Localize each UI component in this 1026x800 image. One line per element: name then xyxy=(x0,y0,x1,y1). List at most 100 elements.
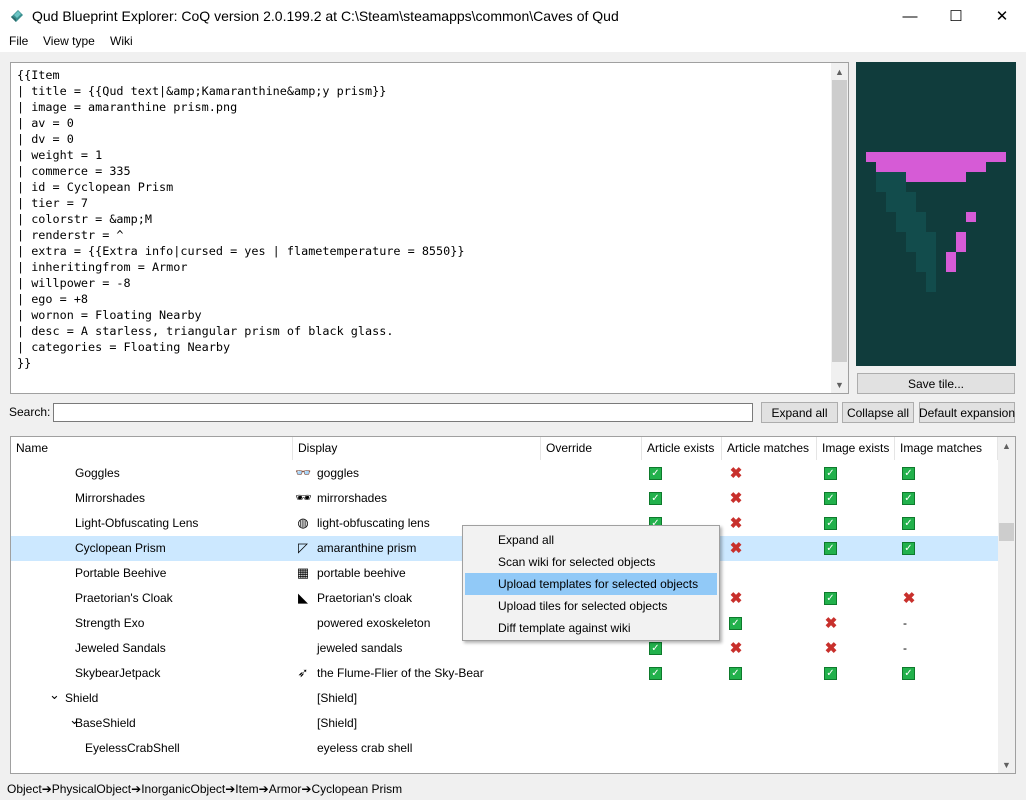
prism-icon: ◸ xyxy=(298,540,308,555)
prism-tile-image xyxy=(866,152,1006,292)
article-matches-cross-icon: ✖ xyxy=(729,540,743,557)
image-exists-check-icon: ✓ xyxy=(824,667,837,680)
row-display: mirrorshades xyxy=(317,491,388,505)
image-matches-check-icon: ✓ xyxy=(902,492,915,505)
title-bar[interactable]: Qud Blueprint Explorer: CoQ version 2.0.… xyxy=(0,0,1026,32)
ctx-upload-templates[interactable]: Upload templates for selected objects xyxy=(465,573,717,595)
article-matches-cross-icon: ✖ xyxy=(729,490,743,507)
row-display: light-obfuscating lens xyxy=(317,516,430,530)
scroll-down-icon[interactable]: ▼ xyxy=(831,376,848,393)
image-exists-check-icon: ✓ xyxy=(824,542,837,555)
scroll-up-icon[interactable]: ▲ xyxy=(831,63,848,80)
tree-row[interactable]: ⌄ Shield [Shield] xyxy=(11,686,998,711)
column-header-article-matches[interactable]: Article matches xyxy=(722,437,817,460)
editor-scroll-thumb[interactable] xyxy=(832,80,847,362)
menu-file[interactable]: File xyxy=(9,34,28,48)
breadcrumb-item: PhysicalObject xyxy=(51,782,132,796)
article-exists-check-icon: ✓ xyxy=(649,492,662,505)
column-header-display[interactable]: Display xyxy=(293,437,541,460)
image-matches-cross-icon: ✖ xyxy=(902,590,916,607)
tree-scrollbar[interactable]: ▲ ▼ xyxy=(998,437,1015,773)
cloak-icon: ◣ xyxy=(298,590,308,605)
app-icon xyxy=(11,10,23,22)
minimize-button[interactable]: — xyxy=(887,0,933,32)
ctx-expand-all[interactable]: Expand all xyxy=(465,529,717,551)
image-matches-check-icon: ✓ xyxy=(902,517,915,530)
save-tile-button[interactable]: Save tile... xyxy=(857,373,1015,394)
collapse-all-button[interactable]: Collapse all xyxy=(842,402,914,423)
breadcrumb-item: Item xyxy=(235,782,259,796)
tree-row[interactable]: SkybearJetpack ➶ the Flume-Flier of the Sk… xyxy=(11,661,998,686)
tree-row[interactable]: Mirrorshades 🕶 mirrorshades ✓ ✖ ✓ ✓ xyxy=(11,486,998,511)
row-name: BaseShield xyxy=(75,716,136,730)
row-display: amaranthine prism xyxy=(317,541,417,555)
menu-view-type[interactable]: View type xyxy=(43,34,95,48)
image-matches-check-icon: ✓ xyxy=(902,542,915,555)
lens-icon: ◍ xyxy=(297,515,309,530)
column-header-image-matches[interactable]: Image matches xyxy=(895,437,998,460)
row-name: Praetorian's Cloak xyxy=(75,591,173,605)
row-name: SkybearJetpack xyxy=(75,666,161,680)
breadcrumb-item: InorganicObject xyxy=(141,782,226,796)
tree-row[interactable]: ⌄ BaseShield [Shield] xyxy=(11,711,998,736)
default-expansion-button[interactable]: Default expansion xyxy=(919,402,1015,423)
article-matches-check-icon: ✓ xyxy=(729,667,742,680)
row-display: [Shield] xyxy=(317,716,358,730)
tree-row[interactable]: Goggles 👓 goggles ✓ ✖ ✓ ✓ xyxy=(11,461,998,486)
tile-preview xyxy=(856,62,1016,366)
row-display: Praetorian's cloak xyxy=(317,591,413,605)
image-matches-value: - xyxy=(903,641,907,655)
breadcrumb-item: Object xyxy=(7,782,42,796)
expander-chevron-icon[interactable]: ⌄ xyxy=(49,682,60,707)
window-title: Qud Blueprint Explorer: CoQ version 2.0.… xyxy=(32,8,619,24)
column-header-article-exists[interactable]: Article exists xyxy=(642,437,722,460)
image-exists-check-icon: ✓ xyxy=(824,592,837,605)
template-editor[interactable]: {{Item | title = {{Qud text|&amp;Kamaran… xyxy=(10,62,849,394)
context-menu: Expand all Scan wiki for selected object… xyxy=(462,525,720,641)
ctx-diff-template[interactable]: Diff template against wiki xyxy=(465,617,717,639)
menu-bar: File View type Wiki xyxy=(0,32,1026,52)
template-text[interactable]: {{Item | title = {{Qud text|&amp;Kamaran… xyxy=(17,67,464,371)
row-display: [Shield] xyxy=(317,691,358,705)
breadcrumb-arrow-icon: ➔ xyxy=(225,782,236,796)
row-name: Strength Exo xyxy=(75,616,145,630)
breadcrumb-item: Cyclopean Prism xyxy=(311,782,403,796)
image-exists-check-icon: ✓ xyxy=(824,467,837,480)
image-exists-cross-icon: ✖ xyxy=(824,640,838,657)
search-label: Search: xyxy=(9,405,51,419)
expand-all-button[interactable]: Expand all xyxy=(761,402,838,423)
row-name: Goggles xyxy=(75,466,120,480)
editor-scrollbar[interactable]: ▲ ▼ xyxy=(831,63,848,393)
row-display: eyeless crab shell xyxy=(317,741,413,755)
tree-scroll-down-icon[interactable]: ▼ xyxy=(998,756,1015,773)
jetpack-icon: ➶ xyxy=(297,665,309,680)
close-button[interactable]: ✕ xyxy=(979,0,1025,32)
row-display: goggles xyxy=(317,466,360,480)
row-name: Portable Beehive xyxy=(75,566,167,580)
breadcrumb-arrow-icon: ➔ xyxy=(131,782,142,796)
ctx-scan-wiki[interactable]: Scan wiki for selected objects xyxy=(465,551,717,573)
image-exists-check-icon: ✓ xyxy=(824,492,837,505)
column-header-image-exists[interactable]: Image exists xyxy=(817,437,895,460)
row-display: jeweled sandals xyxy=(317,641,403,655)
column-header-override[interactable]: Override xyxy=(541,437,642,460)
tree-scroll-up-icon[interactable]: ▲ xyxy=(998,437,1015,454)
maximize-button[interactable]: ☐ xyxy=(933,0,979,32)
minimize-icon: — xyxy=(902,7,918,25)
article-exists-check-icon: ✓ xyxy=(649,667,662,680)
tree-scroll-thumb[interactable] xyxy=(999,523,1014,541)
status-bar: Object➔PhysicalObject➔InorganicObject➔It… xyxy=(0,779,1026,800)
breadcrumb-arrow-icon: ➔ xyxy=(41,782,52,796)
column-header-name[interactable]: Name xyxy=(11,437,293,460)
ctx-upload-tiles[interactable]: Upload tiles for selected objects xyxy=(465,595,717,617)
image-matches-value: - xyxy=(903,616,907,630)
article-matches-cross-icon: ✖ xyxy=(729,465,743,482)
row-display: portable beehive xyxy=(317,566,406,580)
search-input[interactable] xyxy=(53,403,753,422)
tree-row[interactable]: EyelessCrabShell eyeless crab shell xyxy=(11,736,998,761)
mirrorshades-icon: 🕶 xyxy=(295,490,312,505)
blueprint-path: Object➔PhysicalObject➔InorganicObject➔It… xyxy=(7,782,402,796)
close-icon: ✕ xyxy=(995,8,1009,25)
article-exists-check-icon: ✓ xyxy=(649,642,662,655)
menu-wiki[interactable]: Wiki xyxy=(110,34,133,48)
